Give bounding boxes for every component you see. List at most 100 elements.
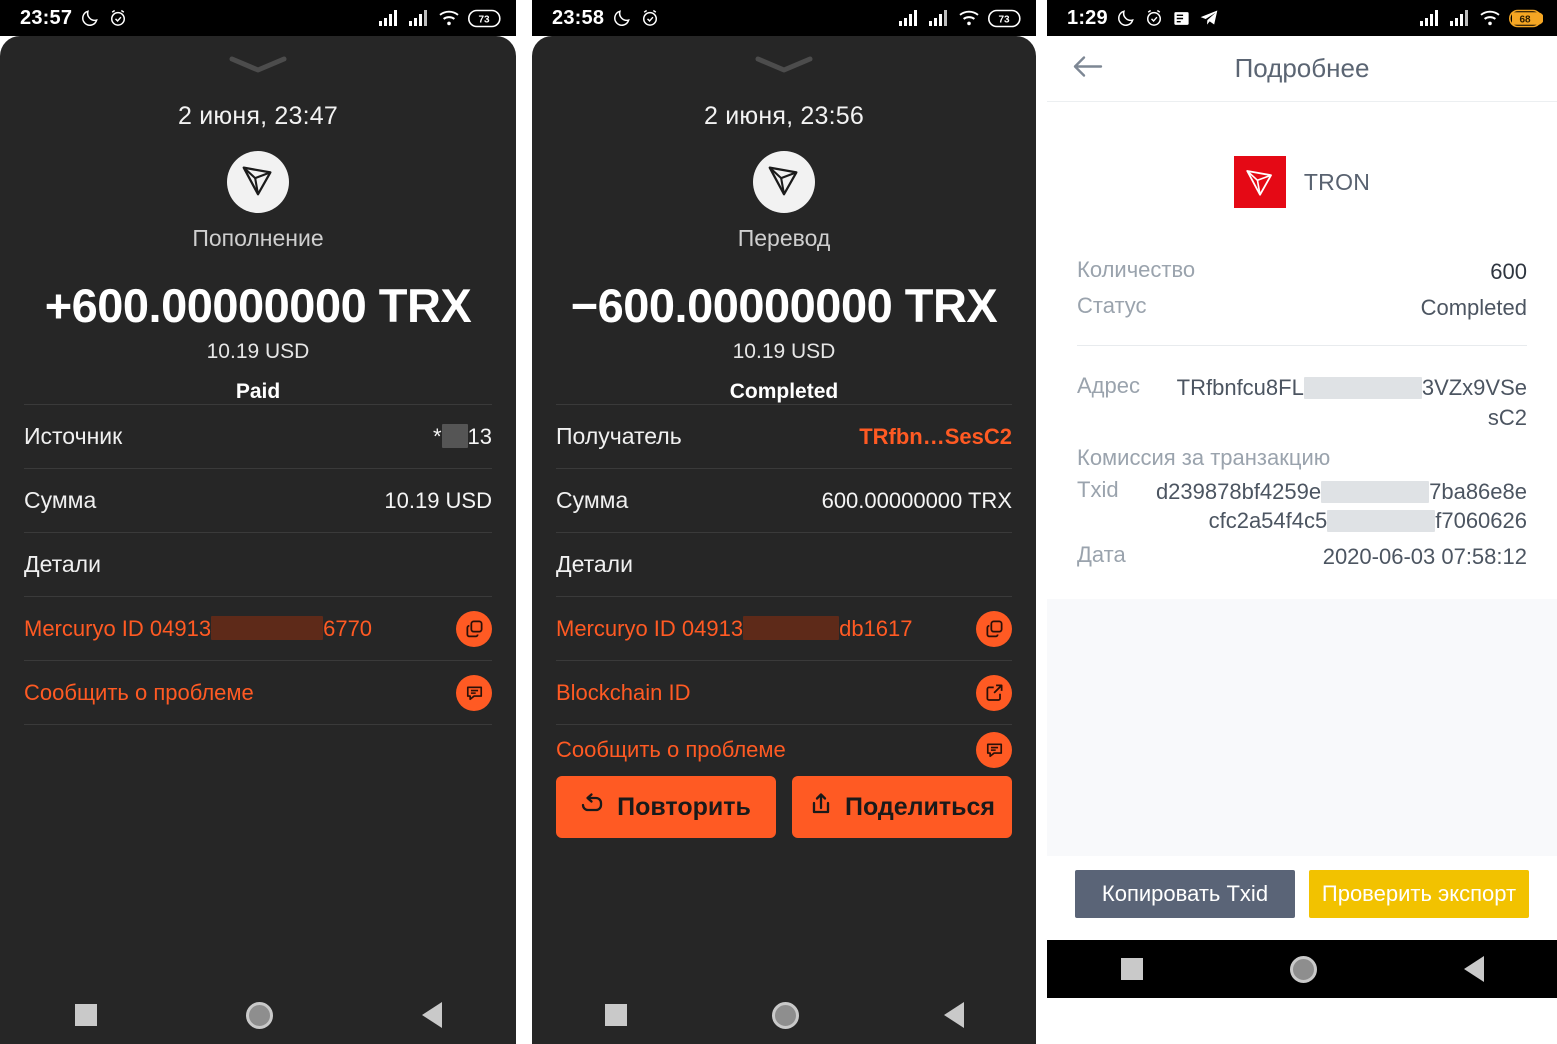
copy-txid-button[interactable]: Копировать Txid (1075, 870, 1295, 918)
row-value-amount: 10.19 USD (384, 487, 492, 513)
row-label-details: Детали (556, 551, 633, 577)
repeat-button[interactable]: Повторить (556, 776, 776, 838)
status-clock: 23:58 (552, 6, 605, 29)
blockchain-id-row[interactable]: Blockchain ID (556, 660, 1012, 724)
row-label-amount: Сумма (556, 487, 629, 513)
status-clock: 23:57 (20, 6, 73, 29)
wifi-icon (958, 9, 980, 27)
share-button[interactable]: Поделиться (792, 776, 1012, 838)
recents-square-icon[interactable] (604, 1004, 627, 1026)
row-value-status: Completed (1420, 294, 1527, 320)
table-row: Txid d239878bf4259e 7ba86e8e cfc2a54f4c5 f7… (1077, 474, 1527, 539)
mercuryo-id-prefix: Mercuryo ID 04913 (24, 615, 212, 641)
row-label-details: Детали (24, 551, 101, 577)
status-bar: 1:29 68 (1047, 0, 1557, 36)
check-export-button[interactable]: Проверить экспорт (1309, 870, 1529, 918)
detail-rows: Источник * 13 Сумма 10.19 USD Детали Merc… (0, 404, 516, 725)
recents-square-icon[interactable] (1120, 958, 1143, 980)
home-circle-icon[interactable] (771, 1001, 799, 1029)
report-problem-label: Сообщить о проблеме (24, 679, 254, 705)
screenshot-canvas: 23:57 73 2 июня, 23:47 Пополнение +600.0… (0, 0, 1557, 1044)
table-row: Сумма 10.19 USD (24, 468, 492, 532)
chat-icon[interactable] (456, 674, 492, 711)
row-value-recipient[interactable]: TRfbn…SesC2 (859, 424, 1012, 450)
coin-header: TRON (1047, 156, 1557, 208)
status-bar: 23:57 73 (0, 0, 516, 36)
row-key-status: Статус (1077, 292, 1147, 318)
page-title: Подробнее (1234, 53, 1370, 83)
row-value-amount: 600.00000000 TRX (821, 487, 1012, 513)
row-key-date: Дата (1077, 542, 1126, 568)
row-value-quantity: 600 (1490, 259, 1527, 284)
report-problem-row[interactable]: Сообщить о проблеме (24, 660, 492, 724)
external-link-icon[interactable] (976, 674, 1012, 711)
mercuryo-id-row[interactable]: Mercuryo ID 04913 db1617 (556, 596, 1012, 660)
action-buttons: Копировать Txid Проверить экспорт (1047, 856, 1557, 940)
alarm-icon (1144, 8, 1164, 28)
phone-screenshot-transfer: 23:58 73 2 июня, 23:56 Перевод −600.0000… (532, 0, 1036, 1044)
back-triangle-icon[interactable] (1463, 956, 1484, 982)
address-line2: sC2 (1487, 405, 1527, 431)
back-triangle-icon[interactable] (421, 1002, 442, 1028)
explorer-screen: Подробнее TRON Количество 600 Статус Com… (1047, 36, 1557, 998)
chat-icon[interactable] (976, 731, 1012, 768)
redaction-block (1321, 480, 1430, 503)
svg-text:73: 73 (478, 14, 490, 25)
coin-badge (532, 151, 1036, 213)
content-filler (1047, 598, 1557, 856)
moon-icon (80, 8, 100, 28)
recents-square-icon[interactable] (74, 1004, 97, 1026)
table-row: Дата 2020-06-03 07:58:12 (1077, 539, 1527, 575)
svg-text:73: 73 (998, 14, 1010, 25)
txid-prefix2: cfc2a54f4c5 (1208, 508, 1328, 534)
address-prefix: TRfbnfcu8FL (1176, 375, 1304, 401)
home-circle-icon[interactable] (245, 1001, 273, 1029)
alarm-icon (640, 8, 660, 28)
signal-icon (898, 9, 920, 27)
transaction-fiat-amount: 10.19 USD (732, 340, 836, 363)
transaction-status: Paid (235, 380, 281, 403)
signal-icon (928, 9, 950, 27)
sheet-grabber[interactable] (532, 36, 1036, 74)
table-row: Детали (556, 532, 1012, 596)
app-header: Подробнее (1047, 36, 1557, 102)
blockchain-id-label: Blockchain ID (556, 679, 691, 705)
row-label-source: Источник (24, 423, 123, 449)
android-navigation-bar (1047, 940, 1557, 998)
transaction-sheet: 2 июня, 23:56 Перевод −600.00000000 TRX … (532, 36, 1036, 1044)
redaction-block (743, 615, 840, 640)
detail-rows: Получатель TRfbn…SesC2 Сумма 600.0000000… (532, 404, 1036, 774)
phone-screenshot-explorer: 1:29 68 Подробнее TRON Количество 600 Ст… (1047, 0, 1557, 1044)
wifi-icon (1479, 9, 1501, 27)
back-triangle-icon[interactable] (943, 1002, 964, 1028)
copy-icon[interactable] (456, 610, 492, 647)
home-circle-icon[interactable] (1289, 955, 1317, 983)
news-icon (1172, 9, 1191, 28)
table-row: Получатель TRfbn…SesC2 (556, 404, 1012, 468)
redaction-block (1327, 510, 1436, 533)
sheet-grabber[interactable] (0, 36, 516, 74)
row-value-source: * 13 (433, 423, 492, 450)
status-bar: 23:58 73 (532, 0, 1036, 36)
mercuryo-id-row[interactable]: Mercuryo ID 04913 6770 (24, 596, 492, 660)
tron-logo-icon (1233, 156, 1286, 208)
transaction-type: Перевод (737, 225, 831, 251)
coin-name: TRON (1303, 168, 1371, 195)
arrow-left-icon[interactable] (1071, 53, 1103, 84)
table-row: Сумма 600.00000000 TRX (556, 468, 1012, 532)
signal-icon (378, 9, 400, 27)
telegram-icon (1199, 8, 1219, 28)
transaction-date: 2 июня, 23:47 (178, 102, 338, 130)
copy-icon[interactable] (976, 610, 1012, 647)
report-problem-row[interactable]: Сообщить о проблеме (556, 724, 1012, 774)
signal-icon (1419, 9, 1441, 27)
signal-icon (1449, 9, 1471, 27)
svg-text:68: 68 (1519, 14, 1531, 25)
row-key-txid: Txid (1077, 476, 1119, 502)
battery-icon: 73 (468, 9, 502, 28)
wifi-icon (438, 9, 460, 27)
address-suffix: 3VZx9VSe (1421, 375, 1527, 401)
table-row: Количество 600 (1077, 254, 1527, 290)
transaction-amount: +600.00000000 TRX (44, 279, 472, 332)
row-key-quantity: Количество (1077, 257, 1196, 282)
